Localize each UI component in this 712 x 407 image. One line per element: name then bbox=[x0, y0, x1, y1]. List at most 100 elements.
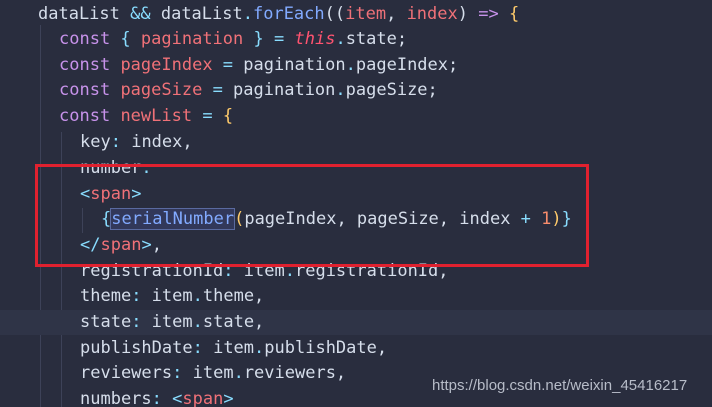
code-line[interactable]: const { pagination } = this.state; bbox=[0, 27, 712, 52]
code-line[interactable]: registrationId: item.registrationId, bbox=[0, 259, 712, 284]
code-token: </ bbox=[80, 235, 101, 255]
code-token: serialNumber bbox=[110, 208, 236, 230]
code-line-text: dataList && dataList.forEach((item, inde… bbox=[38, 2, 519, 27]
code-line[interactable]: const newList = { bbox=[0, 104, 712, 129]
code-line[interactable]: theme: item.theme, bbox=[0, 284, 712, 309]
code-token: span bbox=[182, 389, 224, 407]
code-token: this bbox=[294, 29, 336, 49]
code-line[interactable]: number: bbox=[0, 156, 712, 181]
code-line[interactable]: {serialNumber(pageIndex, pageSize, index… bbox=[0, 207, 712, 232]
code-line-text: publishDate: item.publishDate, bbox=[80, 336, 387, 361]
code-token: } bbox=[561, 209, 572, 229]
code-line-text: </span>, bbox=[80, 233, 162, 258]
code-token: : bbox=[151, 389, 173, 407]
code-token: . bbox=[335, 29, 346, 49]
code-token: registrationId, bbox=[294, 261, 449, 281]
code-token: state, bbox=[202, 312, 265, 332]
watermark-text: https://blog.csdn.net/weixin_45416217 bbox=[432, 377, 688, 394]
code-token: index, bbox=[131, 132, 193, 152]
code-token: span bbox=[100, 235, 142, 255]
code-token: pageIndex bbox=[120, 55, 213, 75]
code-token: registrationId bbox=[80, 261, 224, 281]
code-line[interactable]: dataList && dataList.forEach((item, inde… bbox=[0, 2, 712, 27]
code-token: . bbox=[284, 261, 295, 281]
code-token: const bbox=[59, 55, 111, 75]
code-token: index bbox=[406, 4, 458, 24]
code-token: item bbox=[151, 286, 193, 306]
code-line[interactable]: <span> bbox=[0, 182, 712, 207]
code-token: . bbox=[192, 286, 203, 306]
code-token: pageSize; bbox=[345, 80, 438, 100]
code-token: { bbox=[498, 4, 520, 24]
code-token: key bbox=[80, 132, 111, 152]
code-token: const bbox=[59, 106, 111, 126]
code-token: : bbox=[172, 363, 193, 383]
code-token: item bbox=[345, 4, 387, 24]
code-token: ) bbox=[457, 4, 479, 24]
code-token: pageIndex; bbox=[355, 55, 459, 75]
code-line[interactable]: state: item.state, bbox=[0, 310, 712, 335]
code-token: pageIndex, pageSize, index bbox=[244, 209, 521, 229]
code-token: = bbox=[212, 55, 244, 75]
code-token: publishDate bbox=[80, 338, 193, 358]
code-token: ( bbox=[234, 209, 245, 229]
code-token: { bbox=[222, 106, 234, 126]
code-token: < bbox=[172, 389, 183, 407]
code-editor[interactable]: dataList && dataList.forEach((item, inde… bbox=[0, 0, 712, 407]
code-token: : bbox=[110, 132, 132, 152]
code-token: theme bbox=[80, 286, 132, 306]
code-token: => bbox=[478, 4, 499, 24]
code-token: { bbox=[110, 29, 141, 49]
code-line-text: const pageSize = pagination.pageSize; bbox=[59, 78, 438, 103]
code-line-text: state: item.state, bbox=[80, 310, 264, 335]
code-token: reviewers, bbox=[243, 363, 347, 383]
code-line[interactable]: publishDate: item.publishDate, bbox=[0, 336, 712, 361]
code-token: (( bbox=[324, 4, 346, 24]
code-token: item bbox=[192, 363, 234, 383]
code-line-text: number: bbox=[80, 156, 152, 181]
code-token: : bbox=[192, 338, 214, 358]
code-token: . bbox=[335, 80, 346, 100]
code-token: newList bbox=[120, 106, 193, 126]
code-line-text: key: index, bbox=[80, 130, 193, 155]
code-token: < bbox=[80, 184, 91, 204]
code-token: 1 bbox=[541, 209, 552, 229]
code-token: . bbox=[192, 312, 203, 332]
code-token: = bbox=[192, 106, 223, 126]
code-token: numbers bbox=[80, 389, 152, 407]
code-token: : bbox=[131, 312, 152, 332]
code-line-text: <span> bbox=[80, 182, 141, 207]
code-token: : bbox=[223, 261, 244, 281]
code-line[interactable]: const pageIndex = pagination.pageIndex; bbox=[0, 53, 712, 78]
code-token: pagination bbox=[233, 80, 336, 100]
code-token: state; bbox=[345, 29, 408, 49]
code-token: > bbox=[141, 235, 152, 255]
code-token: number bbox=[80, 158, 142, 178]
code-line[interactable]: const pageSize = pagination.pageSize; bbox=[0, 78, 712, 103]
code-token: pageSize bbox=[120, 80, 203, 100]
code-token: , bbox=[151, 235, 162, 255]
code-token: && bbox=[119, 4, 161, 24]
code-token: : bbox=[131, 286, 152, 306]
code-token: state bbox=[80, 312, 132, 332]
code-token: ) bbox=[551, 209, 562, 229]
code-token: theme, bbox=[202, 286, 265, 306]
code-token: , bbox=[386, 4, 407, 24]
code-token: { bbox=[101, 209, 112, 229]
code-line-text: theme: item.theme, bbox=[80, 284, 264, 309]
code-token: > bbox=[131, 184, 142, 204]
code-line[interactable]: key: index, bbox=[0, 130, 712, 155]
code-line-text: reviewers: item.reviewers, bbox=[80, 361, 346, 386]
code-token: pagination bbox=[140, 29, 244, 49]
code-line[interactable]: </span>, bbox=[0, 233, 712, 258]
code-token: . bbox=[345, 55, 356, 75]
code-token: publishDate, bbox=[264, 338, 388, 358]
code-token: > bbox=[223, 389, 234, 407]
code-line-text: const newList = { bbox=[59, 104, 233, 129]
code-token: forEach bbox=[252, 4, 325, 24]
